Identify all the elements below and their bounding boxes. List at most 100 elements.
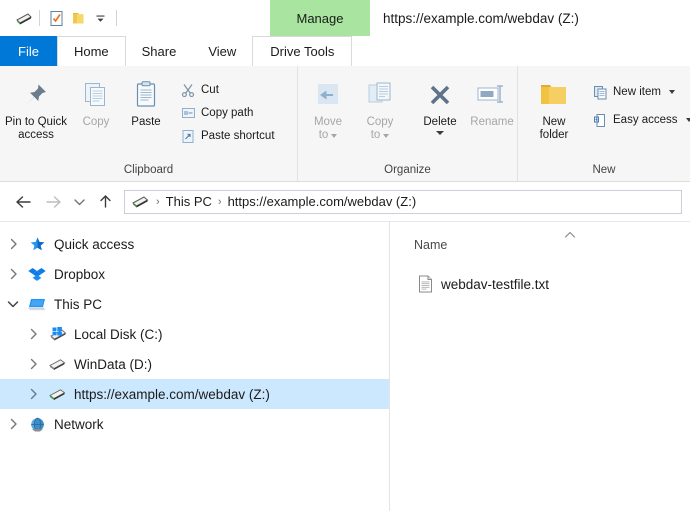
sidebar-label-webdav-z: https://example.com/webdav (Z:) (74, 386, 270, 402)
chevron-right-icon[interactable] (20, 349, 46, 379)
easy-access-button[interactable]: Easy access (588, 109, 690, 131)
rename-label: Rename (470, 116, 514, 128)
copy-to-line2: to (370, 129, 381, 141)
chevron-right-icon[interactable] (0, 259, 26, 289)
pin-icon (21, 77, 51, 113)
window-title: https://example.com/webdav (Z:) (383, 10, 579, 26)
breadcrumb-separator-1[interactable]: › (154, 196, 162, 208)
tab-drive-tools[interactable]: Drive Tools (252, 36, 353, 66)
scissors-icon (180, 82, 196, 98)
file-name-label: webdav-testfile.txt (441, 276, 550, 292)
ribbon-tab-strip: File Home Share View Drive Tools (0, 36, 690, 66)
group-label-new: New (592, 164, 616, 176)
sidebar-label-this-pc: This PC (54, 296, 103, 312)
copy-button[interactable]: Copy (72, 73, 120, 129)
quick-access-toolbar (0, 7, 122, 29)
group-label-organize: Organize (384, 164, 431, 176)
paste-button[interactable]: Paste (120, 73, 172, 129)
network-disk-icon (46, 384, 68, 404)
chevron-right-icon[interactable] (0, 409, 26, 439)
breadcrumb-bar[interactable]: › This PC › https://example.com/webdav (… (124, 189, 682, 214)
contextual-tab-header: Manage (270, 0, 370, 36)
new-item-button[interactable]: New item (588, 81, 690, 103)
new-folder-line1: New (542, 116, 566, 128)
sidebar-label-local-disk-c: Local Disk (C:) (74, 326, 163, 342)
column-header-name[interactable]: Name (390, 231, 690, 258)
sidebar-item-windata-d[interactable]: WinData (D:) (0, 349, 389, 379)
sidebar-label-windata-d: WinData (D:) (74, 356, 153, 372)
ribbon-group-new: New folder New item Easy access New (518, 66, 690, 181)
back-button[interactable] (8, 187, 38, 217)
text-file-icon (418, 275, 433, 293)
cut-button[interactable]: Cut (176, 79, 279, 101)
pin-label-line1: Pin to Quick (5, 116, 67, 128)
disk-icon (46, 354, 68, 374)
up-button[interactable] (90, 187, 120, 217)
forward-button[interactable] (38, 187, 68, 217)
table-row[interactable]: webdav-testfile.txt (390, 270, 690, 298)
sidebar-label-quick-access: Quick access (54, 236, 135, 252)
recent-locations-button[interactable] (68, 187, 90, 217)
move-to-button[interactable]: Move to (302, 73, 354, 142)
folder-icon (538, 77, 570, 113)
sidebar-item-local-disk-c[interactable]: Local Disk (C:) (0, 319, 389, 349)
ribbon-group-organize: Move to Copy to Delete Rename Organize (298, 66, 518, 181)
tab-home[interactable]: Home (56, 36, 126, 66)
star-icon (26, 234, 48, 254)
chevron-right-icon[interactable] (20, 319, 46, 349)
rename-icon (475, 77, 509, 113)
delete-dropdown-caret[interactable] (436, 131, 444, 135)
new-item-label: New item (613, 86, 661, 98)
pin-to-quick-access-label: Pin to Quick access (4, 116, 68, 142)
delete-button[interactable]: Delete (416, 73, 464, 135)
sidebar-item-quick-access[interactable]: Quick access (0, 229, 389, 259)
content-area: Quick access Dropbox This PC Local Disk … (0, 222, 690, 511)
computer-icon (26, 294, 48, 314)
breadcrumb-webdav-drive[interactable]: https://example.com/webdav (Z:) (228, 194, 417, 209)
new-folder-icon[interactable] (67, 7, 89, 29)
easy-access-caret-icon[interactable] (685, 118, 690, 122)
drive-icon[interactable] (12, 7, 34, 29)
ribbon: Pin to Quick access Copy Paste Cut Copy … (0, 66, 690, 182)
chevron-right-icon[interactable] (0, 229, 26, 259)
sidebar-item-this-pc[interactable]: This PC (0, 289, 389, 319)
move-to-line1: Move (313, 116, 343, 128)
paste-icon (133, 77, 159, 113)
tab-strip-filler (352, 36, 690, 66)
sidebar-item-webdav-z[interactable]: https://example.com/webdav (Z:) (0, 379, 389, 409)
paste-shortcut-button[interactable]: Paste shortcut (176, 125, 279, 147)
move-to-line2: to (318, 129, 329, 141)
chevron-down-icon[interactable] (0, 289, 26, 319)
new-item-caret-icon[interactable] (668, 90, 675, 94)
tab-file[interactable]: File (0, 36, 57, 66)
file-list-pane: Name webdav-testfile.txt (390, 222, 690, 511)
pin-to-quick-access-button[interactable]: Pin to Quick access (0, 73, 72, 142)
new-folder-button[interactable]: New folder (526, 73, 582, 142)
title-bar: Manage https://example.com/webdav (Z:) (0, 0, 690, 36)
new-item-icon (592, 84, 608, 100)
group-label-clipboard: Clipboard (123, 164, 174, 176)
breadcrumb-separator-2[interactable]: › (216, 196, 224, 208)
delete-label: Delete (423, 116, 457, 128)
qat-divider-1 (39, 10, 40, 26)
customize-chevron-icon[interactable] (89, 7, 111, 29)
breadcrumb-this-pc[interactable]: This PC (166, 194, 212, 209)
easy-access-label: Easy access (613, 114, 678, 126)
copy-path-button[interactable]: Copy path (176, 102, 279, 124)
paste-label: Paste (131, 116, 161, 128)
rename-button[interactable]: Rename (464, 73, 520, 129)
chevron-right-icon[interactable] (20, 379, 46, 409)
move-to-label: Move to (302, 116, 354, 142)
tab-share[interactable]: Share (126, 36, 193, 66)
sidebar-item-dropbox[interactable]: Dropbox (0, 259, 389, 289)
copy-to-button[interactable]: Copy to (354, 73, 406, 142)
sidebar-label-dropbox: Dropbox (54, 266, 106, 282)
pin-label-line2: access (18, 129, 54, 141)
sidebar-item-network[interactable]: Network (0, 409, 389, 439)
properties-icon[interactable] (45, 7, 67, 29)
qat-divider-2 (116, 10, 117, 26)
breadcrumb-drive-icon (131, 194, 150, 209)
tab-view[interactable]: View (192, 36, 252, 66)
paste-shortcut-label: Paste shortcut (201, 130, 275, 142)
copy-path-icon (180, 105, 196, 121)
